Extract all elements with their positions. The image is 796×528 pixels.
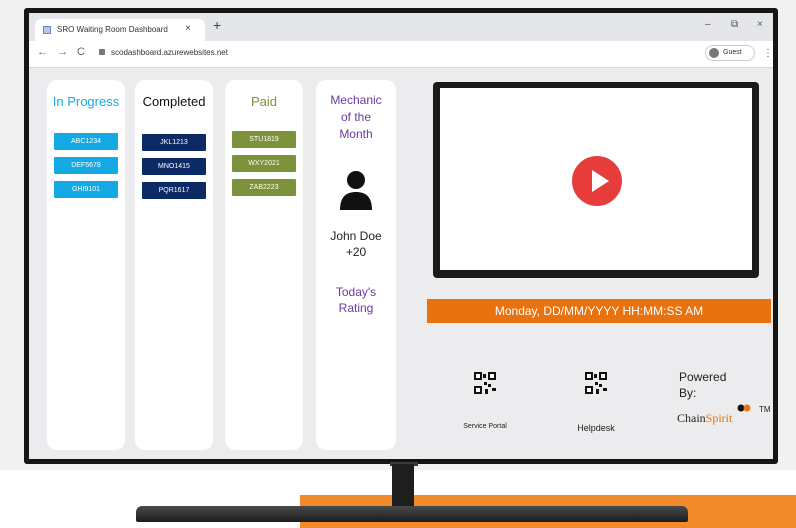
job-chip[interactable]: STU1819 [232,131,296,148]
favicon-icon [43,26,51,34]
mechanic-points: +20 [345,245,367,259]
tv-screen: SRO Waiting Room Dashboard × + – ⧉ × ← →… [29,13,773,459]
tv-frame: SRO Waiting Room Dashboard × + – ⧉ × ← →… [24,8,778,464]
profile-label: Guest [723,49,742,56]
column-title: Completed [142,94,206,109]
trademark: TM [759,405,771,414]
back-button[interactable]: ← [37,46,48,58]
reload-button[interactable]: C [77,46,85,58]
mechanic-name: John Doe [330,229,382,243]
column-title: In Progress [52,94,120,109]
mechanic-heading: Mechanic of the Month [316,92,396,143]
mechanic-heading-line: of the [340,110,372,124]
mechanic-name-block: John Doe +20 [316,228,396,260]
brand-name-part: Spirit [705,411,733,425]
brand-name: ChainSpirit [677,411,732,426]
qr-code-icon[interactable] [585,372,607,394]
play-triangle-icon [592,170,609,192]
browser-address-bar: ← → C scodashboard.azurewebsites.net Gue… [29,41,773,68]
video-screen[interactable] [440,88,752,270]
tab-title: SRO Waiting Room Dashboard [57,25,168,34]
lock-icon [99,49,105,55]
rating-line: Today's [335,285,377,299]
column-completed: Completed JKL1213 MNO1415 PQR1617 [135,80,213,450]
browser-tab-bar: SRO Waiting Room Dashboard × + – ⧉ × [29,13,773,41]
column-paid: Paid STU1819 WXY2021 ZAB2223 [225,80,303,450]
column-in-progress: In Progress ABC1234 DEF5678 GHI9101 [47,80,125,450]
video-player[interactable] [433,82,759,278]
job-chip[interactable]: ZAB2223 [232,179,296,196]
service-portal-label: Service Portal [463,423,507,430]
rating-line: Rating [338,301,374,315]
job-chip[interactable]: WXY2021 [232,155,296,172]
datetime-banner: Monday, DD/MM/YYYY HH:MM:SS AM [427,299,771,323]
helpdesk-label: Helpdesk [577,423,615,433]
mechanic-heading-line: Mechanic [330,93,382,107]
new-tab-button[interactable]: + [213,17,221,33]
job-chip[interactable]: ABC1234 [54,133,118,150]
play-icon[interactable] [572,156,622,206]
maximize-button[interactable]: ⧉ [731,19,738,30]
powered-by: Powered By: [679,369,726,401]
profile-button[interactable]: Guest [705,45,755,61]
job-chip[interactable]: JKL1213 [142,134,206,151]
job-chip[interactable]: GHI9101 [54,181,118,198]
browser-menu-button[interactable]: ⋮ [763,48,773,59]
powered-line: Powered [679,370,727,384]
column-title: Paid [250,94,278,109]
avatar-icon [709,48,719,58]
qr-code-icon[interactable] [474,372,496,394]
powered-line: By: [679,386,697,400]
browser-tab[interactable]: SRO Waiting Room Dashboard × [35,19,205,41]
mechanic-heading-line: Month [339,127,373,141]
url-field[interactable]: scodashboard.azurewebsites.net [111,48,228,57]
forward-button[interactable]: → [57,46,68,58]
brand-logo-icon [737,404,751,412]
job-chip[interactable]: MNO1415 [142,158,206,175]
dashboard: In Progress ABC1234 DEF5678 GHI9101 Comp… [29,68,773,459]
column-mechanic-of-month: Mechanic of the Month John Doe +20 Today… [316,80,396,450]
window-close-button[interactable]: × [757,19,763,30]
todays-rating: Today's Rating [316,284,396,316]
tab-close-icon[interactable]: × [185,23,191,34]
job-chip[interactable]: PQR1617 [142,182,206,199]
job-chip[interactable]: DEF5678 [54,157,118,174]
minimize-button[interactable]: – [705,19,711,30]
tv-stand-base [136,506,688,522]
person-icon [340,171,372,210]
brand-name-part: Chain [677,411,706,425]
